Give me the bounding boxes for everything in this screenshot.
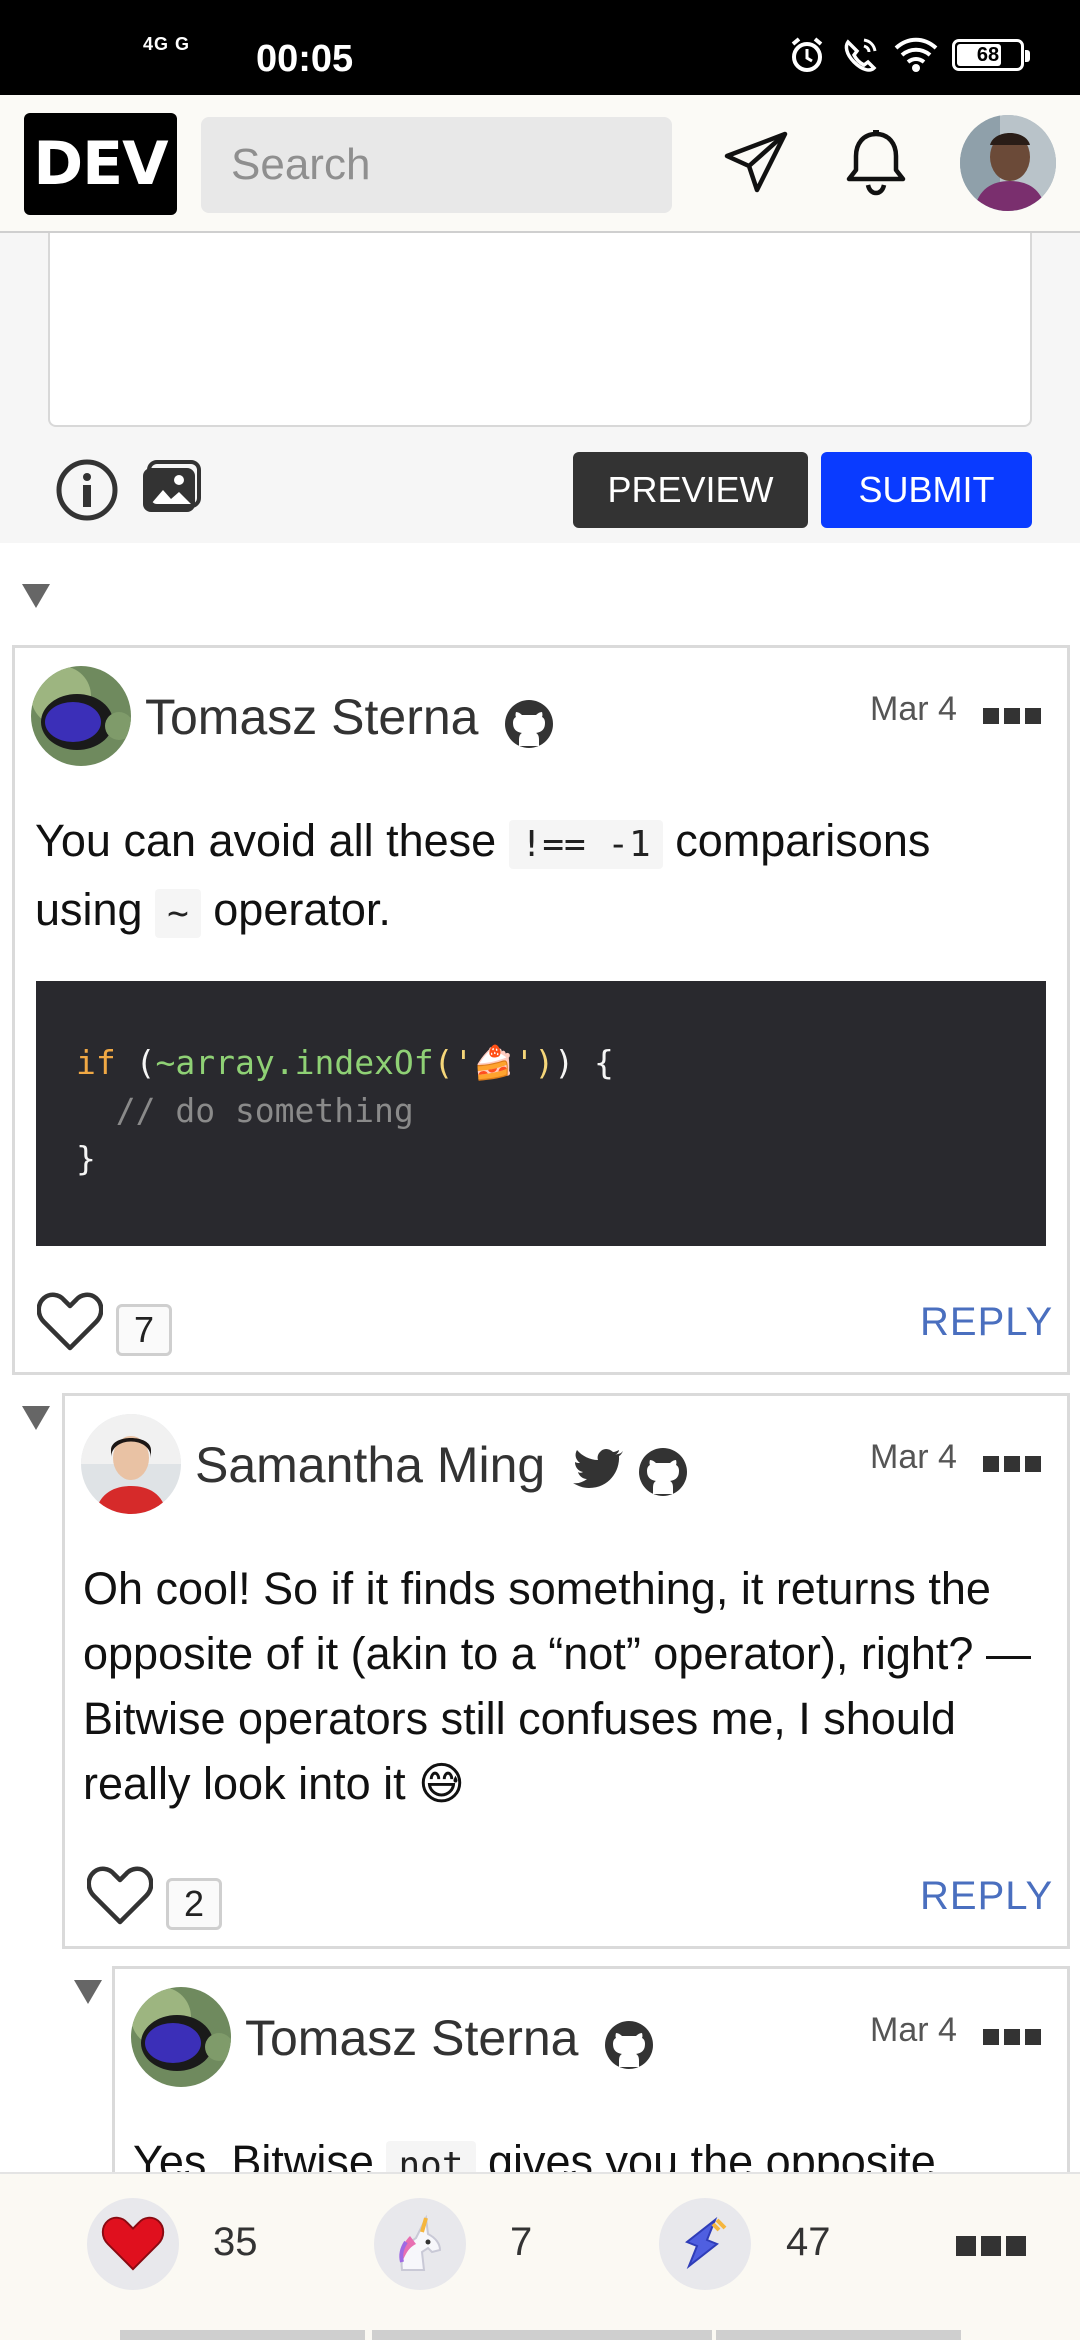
- comment-text: You can avoid all these !== -1 compariso…: [35, 808, 1035, 946]
- more-options-icon[interactable]: [956, 2236, 1026, 2256]
- nav-indicator: [372, 2330, 712, 2340]
- like-count: 7: [116, 1304, 172, 1356]
- like-heart-icon[interactable]: [87, 1866, 153, 1926]
- top-header: DEV: [0, 95, 1080, 233]
- info-icon[interactable]: [55, 458, 119, 522]
- user-avatar[interactable]: [960, 115, 1056, 211]
- submit-button[interactable]: SUBMIT: [821, 452, 1032, 528]
- like-heart-icon[interactable]: [37, 1292, 103, 1352]
- collapse-thread-toggle[interactable]: [22, 1406, 50, 1430]
- status-bar: 4G G 00:05 68: [0, 0, 1080, 95]
- comment-textarea[interactable]: [48, 233, 1032, 427]
- bookmark-count: 47: [786, 2220, 831, 2264]
- comment-card: Samantha Ming Mar 4 Oh cool! So if it fi…: [62, 1393, 1070, 1949]
- like-count: 2: [166, 1878, 222, 1930]
- unicorn-count: 7: [510, 2220, 533, 2264]
- github-icon[interactable]: [603, 2019, 655, 2071]
- comment-text: Oh cool! So if it finds something, it re…: [83, 1563, 1031, 1809]
- code-block: if (~array.indexOf('🍰')) { // do somethi…: [36, 981, 1046, 1246]
- more-options-icon[interactable]: [983, 2029, 1041, 2045]
- battery-level: 68: [976, 43, 1000, 66]
- reaction-bar: 35 7 47: [0, 2172, 1080, 2340]
- comment-date: Mar 4: [870, 690, 957, 728]
- nav-indicator: [120, 2330, 365, 2340]
- nav-indicator: [716, 2330, 961, 2340]
- author-name[interactable]: Samantha Ming: [195, 1436, 545, 1494]
- heart-icon: [101, 2216, 165, 2271]
- unicorn-reaction-button[interactable]: [374, 2198, 466, 2290]
- author-name[interactable]: Tomasz Sterna: [145, 688, 478, 746]
- comment-card: Tomasz Sterna Mar 4 You can avoid all th…: [12, 645, 1070, 1375]
- heart-reaction-button[interactable]: [87, 2198, 179, 2290]
- battery-indicator: 68: [952, 39, 1030, 71]
- collapse-thread-toggle[interactable]: [22, 584, 50, 608]
- status-icons: 68: [788, 36, 1030, 74]
- heart-count: 35: [213, 2220, 258, 2264]
- wifi-icon: [894, 37, 938, 72]
- author-avatar[interactable]: [31, 666, 131, 766]
- bell-icon: [846, 130, 906, 196]
- connect-button[interactable]: [716, 123, 796, 203]
- author-name[interactable]: Tomasz Sterna: [245, 2009, 578, 2067]
- reply-button[interactable]: REPLY: [920, 1874, 1053, 1919]
- bookmark-reaction-button[interactable]: [659, 2198, 751, 2290]
- wifi-call-icon: [844, 38, 877, 72]
- inline-code: ~: [155, 889, 201, 938]
- author-avatar[interactable]: [81, 1414, 181, 1514]
- preview-button[interactable]: PREVIEW: [573, 452, 808, 528]
- more-options-icon[interactable]: [983, 708, 1041, 724]
- network-indicator: 4G G: [143, 34, 191, 54]
- dev-logo[interactable]: DEV: [24, 113, 177, 215]
- github-icon[interactable]: [637, 1446, 689, 1498]
- bookmark-icon: [685, 2216, 727, 2270]
- image-upload-icon[interactable]: [139, 458, 203, 518]
- comment-date: Mar 4: [870, 1438, 957, 1476]
- notifications-button[interactable]: [836, 123, 916, 203]
- clock: 00:05: [256, 38, 354, 80]
- inline-code: !== -1: [508, 820, 663, 869]
- comment-form: PREVIEW SUBMIT: [0, 233, 1080, 543]
- alarm-icon: [791, 37, 823, 72]
- collapse-thread-toggle[interactable]: [74, 1980, 102, 2004]
- reply-button[interactable]: REPLY: [920, 1300, 1053, 1345]
- unicorn-icon: [399, 2214, 442, 2271]
- more-options-icon[interactable]: [983, 1456, 1041, 1472]
- search-input[interactable]: [201, 117, 672, 213]
- paper-plane-icon: [724, 131, 788, 193]
- github-icon[interactable]: [503, 698, 555, 750]
- twitter-icon[interactable]: [571, 1448, 623, 1492]
- author-avatar[interactable]: [131, 1987, 231, 2087]
- comment-date: Mar 4: [870, 2011, 957, 2049]
